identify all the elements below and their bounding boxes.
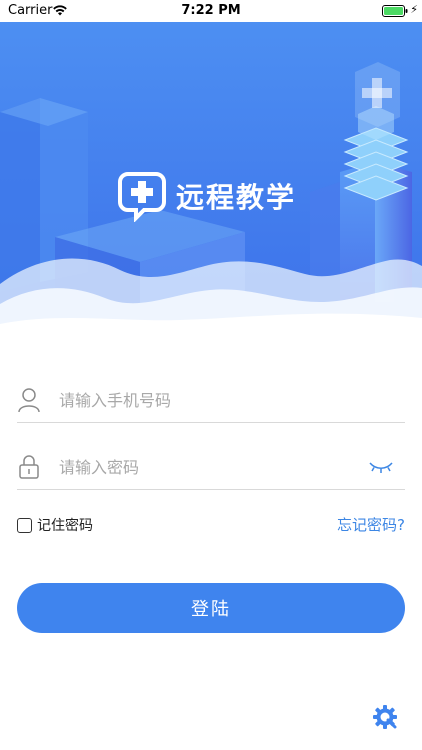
app-title: 远程教学: [176, 181, 297, 214]
remember-label: 记住密码: [37, 518, 93, 534]
eye-closed-icon[interactable]: [369, 460, 393, 474]
remember-checkbox[interactable]: [17, 517, 32, 533]
charging-icon: ⚡: [410, 3, 418, 16]
login-button[interactable]: 登陆: [17, 583, 405, 633]
battery-icon: [382, 5, 408, 17]
user-icon: [18, 388, 40, 413]
phone-field: [17, 377, 405, 423]
phone-input[interactable]: [59, 387, 359, 413]
chat-plus-icon: [118, 172, 166, 222]
lock-icon: [19, 455, 39, 479]
status-bar: Carrier 7:22 PM ⚡: [0, 0, 422, 22]
brand-logo: 远程教学: [118, 170, 318, 222]
remember-password[interactable]: 记住密码: [17, 515, 93, 535]
password-field: [17, 444, 405, 490]
forgot-password-link[interactable]: 忘记密码?: [337, 514, 405, 535]
clock: 7:22 PM: [181, 3, 241, 18]
password-input[interactable]: [59, 454, 359, 480]
settings-gear-icon[interactable]: [372, 704, 398, 730]
